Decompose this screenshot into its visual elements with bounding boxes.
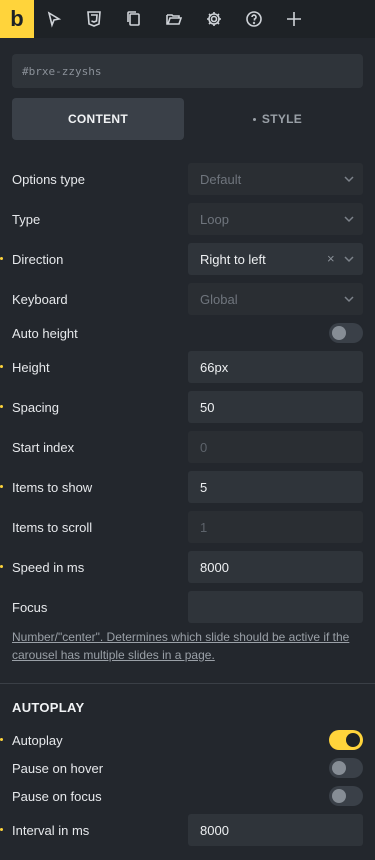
pause-on-focus-label: Pause on focus [12, 788, 102, 804]
direction-row: Direction Right to left × [0, 243, 375, 275]
changed-indicator-dot [0, 257, 3, 260]
style-changed-dot [252, 117, 256, 121]
chevron-down-icon [343, 173, 355, 185]
start-index-label: Start index [12, 439, 75, 455]
type-value: Loop [200, 211, 229, 227]
speed-input[interactable]: 8000 [188, 551, 363, 583]
keyboard-label: Keyboard [12, 291, 68, 307]
pause-on-focus-toggle[interactable] [329, 786, 363, 806]
pause-on-hover-toggle[interactable] [329, 758, 363, 778]
toggle-knob [332, 326, 346, 340]
autoplay-label: Autoplay [12, 732, 63, 748]
items-to-show-input[interactable]: 5 [188, 471, 363, 503]
speed-label: Speed in ms [12, 559, 85, 575]
tab-style-label: STYLE [261, 112, 303, 126]
bricks-logo[interactable]: b [0, 0, 34, 38]
spacing-row: Spacing 50 [0, 391, 375, 423]
chevron-down-icon [343, 213, 355, 225]
options-type-value: Default [200, 171, 242, 187]
direction-value: Right to left [200, 251, 266, 267]
focus-input[interactable] [188, 591, 363, 623]
pages-icon[interactable] [114, 0, 154, 38]
options-type-row: Options type Default [0, 163, 375, 195]
keyboard-row: Keyboard Global [0, 283, 375, 315]
top-toolbar: b [0, 0, 375, 38]
auto-height-toggle[interactable] [329, 323, 363, 343]
height-row: Height 66px [0, 351, 375, 383]
items-to-scroll-input[interactable]: 1 [188, 511, 363, 543]
interval-row: Interval in ms 8000 [0, 814, 375, 846]
direction-label: Direction [12, 251, 64, 267]
pause-on-hover-label: Pause on hover [12, 760, 104, 776]
options-type-select[interactable]: Default [188, 163, 363, 195]
items-to-show-label: Items to show [12, 479, 93, 495]
changed-indicator-dot [0, 365, 3, 368]
type-label: Type [12, 211, 41, 227]
height-input[interactable]: 66px [188, 351, 363, 383]
cursor-icon[interactable] [34, 0, 74, 38]
interval-input[interactable]: 8000 [188, 814, 363, 846]
height-label: Height [12, 359, 50, 375]
gear-icon[interactable] [194, 0, 234, 38]
toggle-knob [332, 789, 346, 803]
options-type-label: Options type [12, 171, 85, 187]
speed-row: Speed in ms 8000 [0, 551, 375, 583]
focus-help-text: Number/"center". Determines which slide … [12, 630, 350, 662]
auto-height-row: Auto height [0, 317, 375, 349]
keyboard-value: Global [200, 291, 238, 307]
focus-row: Focus [0, 591, 375, 623]
toggle-knob [332, 761, 346, 775]
changed-indicator-dot [0, 405, 3, 408]
css3-icon[interactable] [74, 0, 114, 38]
spacing-input[interactable]: 50 [188, 391, 363, 423]
direction-select[interactable]: Right to left × [188, 243, 363, 275]
changed-indicator-dot [0, 828, 3, 831]
start-index-input[interactable]: 0 [188, 431, 363, 463]
help-icon[interactable] [234, 0, 274, 38]
items-to-scroll-label: Items to scroll [12, 519, 93, 535]
tab-content[interactable]: CONTENT [12, 98, 184, 140]
clear-icon[interactable]: × [327, 252, 339, 266]
element-id-field[interactable]: #brxe-zzyshs [12, 54, 363, 88]
interval-label: Interval in ms [12, 822, 90, 838]
plus-icon[interactable] [274, 0, 314, 38]
tab-style[interactable]: STYLE [192, 98, 363, 140]
start-index-row: Start index 0 [0, 431, 375, 463]
toggle-knob [346, 733, 360, 747]
focus-label: Focus [12, 599, 48, 615]
chevron-down-icon [343, 253, 355, 265]
items-to-scroll-row: Items to scroll 1 [0, 511, 375, 543]
changed-indicator-dot [0, 565, 3, 568]
autoplay-section-title: AUTOPLAY [12, 700, 85, 715]
autoplay-toggle[interactable] [329, 730, 363, 750]
type-row: Type Loop [0, 203, 375, 235]
changed-indicator-dot [0, 485, 3, 488]
chevron-down-icon [343, 293, 355, 305]
spacing-label: Spacing [12, 399, 59, 415]
items-to-show-row: Items to show 5 [0, 471, 375, 503]
pause-on-focus-row: Pause on focus [0, 780, 375, 812]
section-divider [0, 683, 375, 684]
folder-icon[interactable] [154, 0, 194, 38]
type-select[interactable]: Loop [188, 203, 363, 235]
auto-height-label: Auto height [12, 325, 78, 341]
changed-indicator-dot [0, 738, 3, 741]
keyboard-select[interactable]: Global [188, 283, 363, 315]
